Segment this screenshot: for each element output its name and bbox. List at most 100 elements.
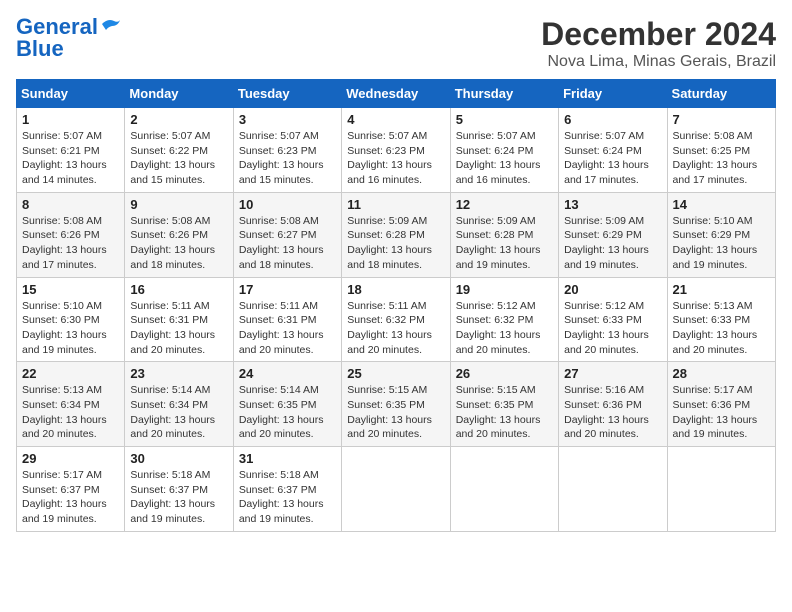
day-info: Sunrise: 5:11 AMSunset: 6:32 PMDaylight:…	[347, 300, 432, 356]
calendar-cell: 8 Sunrise: 5:08 AMSunset: 6:26 PMDayligh…	[17, 192, 125, 277]
day-info: Sunrise: 5:08 AMSunset: 6:26 PMDaylight:…	[130, 215, 215, 271]
day-number: 12	[456, 197, 553, 212]
day-number: 7	[673, 112, 770, 127]
calendar-cell	[559, 447, 667, 532]
logo-blue: Blue	[16, 38, 64, 60]
day-number: 13	[564, 197, 661, 212]
calendar-cell: 3 Sunrise: 5:07 AMSunset: 6:23 PMDayligh…	[233, 108, 341, 193]
day-number: 17	[239, 282, 336, 297]
day-number: 15	[22, 282, 119, 297]
weekday-header-thursday: Thursday	[450, 80, 558, 108]
day-number: 21	[673, 282, 770, 297]
month-title: December 2024	[541, 16, 776, 53]
calendar-cell: 11 Sunrise: 5:09 AMSunset: 6:28 PMDaylig…	[342, 192, 450, 277]
weekday-header-tuesday: Tuesday	[233, 80, 341, 108]
calendar-cell: 18 Sunrise: 5:11 AMSunset: 6:32 PMDaylig…	[342, 277, 450, 362]
day-number: 5	[456, 112, 553, 127]
logo: General Blue	[16, 16, 122, 60]
day-number: 4	[347, 112, 444, 127]
day-number: 16	[130, 282, 227, 297]
weekday-header-wednesday: Wednesday	[342, 80, 450, 108]
weekday-header-saturday: Saturday	[667, 80, 775, 108]
day-number: 31	[239, 451, 336, 466]
day-number: 26	[456, 366, 553, 381]
calendar-cell: 12 Sunrise: 5:09 AMSunset: 6:28 PMDaylig…	[450, 192, 558, 277]
day-number: 6	[564, 112, 661, 127]
day-info: Sunrise: 5:08 AMSunset: 6:25 PMDaylight:…	[673, 130, 758, 186]
day-info: Sunrise: 5:10 AMSunset: 6:30 PMDaylight:…	[22, 300, 107, 356]
calendar-cell: 10 Sunrise: 5:08 AMSunset: 6:27 PMDaylig…	[233, 192, 341, 277]
logo-text: General	[16, 16, 98, 38]
week-row-3: 15 Sunrise: 5:10 AMSunset: 6:30 PMDaylig…	[17, 277, 776, 362]
calendar-cell: 30 Sunrise: 5:18 AMSunset: 6:37 PMDaylig…	[125, 447, 233, 532]
day-info: Sunrise: 5:18 AMSunset: 6:37 PMDaylight:…	[130, 469, 215, 525]
day-info: Sunrise: 5:13 AMSunset: 6:34 PMDaylight:…	[22, 384, 107, 440]
calendar-cell: 31 Sunrise: 5:18 AMSunset: 6:37 PMDaylig…	[233, 447, 341, 532]
calendar-cell: 29 Sunrise: 5:17 AMSunset: 6:37 PMDaylig…	[17, 447, 125, 532]
calendar-cell: 14 Sunrise: 5:10 AMSunset: 6:29 PMDaylig…	[667, 192, 775, 277]
location-title: Nova Lima, Minas Gerais, Brazil	[541, 53, 776, 71]
logo-bird-icon	[100, 16, 122, 34]
day-number: 24	[239, 366, 336, 381]
calendar-cell: 19 Sunrise: 5:12 AMSunset: 6:32 PMDaylig…	[450, 277, 558, 362]
day-info: Sunrise: 5:12 AMSunset: 6:33 PMDaylight:…	[564, 300, 649, 356]
day-info: Sunrise: 5:15 AMSunset: 6:35 PMDaylight:…	[347, 384, 432, 440]
day-info: Sunrise: 5:13 AMSunset: 6:33 PMDaylight:…	[673, 300, 758, 356]
week-row-1: 1 Sunrise: 5:07 AMSunset: 6:21 PMDayligh…	[17, 108, 776, 193]
day-info: Sunrise: 5:12 AMSunset: 6:32 PMDaylight:…	[456, 300, 541, 356]
calendar-cell: 25 Sunrise: 5:15 AMSunset: 6:35 PMDaylig…	[342, 362, 450, 447]
day-info: Sunrise: 5:17 AMSunset: 6:36 PMDaylight:…	[673, 384, 758, 440]
day-number: 10	[239, 197, 336, 212]
day-number: 8	[22, 197, 119, 212]
day-number: 11	[347, 197, 444, 212]
day-info: Sunrise: 5:07 AMSunset: 6:23 PMDaylight:…	[239, 130, 324, 186]
page-header: General Blue December 2024 Nova Lima, Mi…	[16, 16, 776, 71]
calendar-cell: 5 Sunrise: 5:07 AMSunset: 6:24 PMDayligh…	[450, 108, 558, 193]
title-area: December 2024 Nova Lima, Minas Gerais, B…	[541, 16, 776, 71]
day-number: 20	[564, 282, 661, 297]
calendar-cell: 27 Sunrise: 5:16 AMSunset: 6:36 PMDaylig…	[559, 362, 667, 447]
calendar-cell: 9 Sunrise: 5:08 AMSunset: 6:26 PMDayligh…	[125, 192, 233, 277]
day-info: Sunrise: 5:08 AMSunset: 6:26 PMDaylight:…	[22, 215, 107, 271]
weekday-header-monday: Monday	[125, 80, 233, 108]
calendar-cell: 17 Sunrise: 5:11 AMSunset: 6:31 PMDaylig…	[233, 277, 341, 362]
weekday-header-row: SundayMondayTuesdayWednesdayThursdayFrid…	[17, 80, 776, 108]
calendar-cell	[342, 447, 450, 532]
day-number: 19	[456, 282, 553, 297]
day-info: Sunrise: 5:11 AMSunset: 6:31 PMDaylight:…	[239, 300, 324, 356]
day-number: 30	[130, 451, 227, 466]
day-info: Sunrise: 5:16 AMSunset: 6:36 PMDaylight:…	[564, 384, 649, 440]
day-info: Sunrise: 5:09 AMSunset: 6:29 PMDaylight:…	[564, 215, 649, 271]
day-number: 1	[22, 112, 119, 127]
day-info: Sunrise: 5:09 AMSunset: 6:28 PMDaylight:…	[456, 215, 541, 271]
calendar-cell: 1 Sunrise: 5:07 AMSunset: 6:21 PMDayligh…	[17, 108, 125, 193]
day-info: Sunrise: 5:14 AMSunset: 6:35 PMDaylight:…	[239, 384, 324, 440]
day-info: Sunrise: 5:08 AMSunset: 6:27 PMDaylight:…	[239, 215, 324, 271]
day-number: 28	[673, 366, 770, 381]
day-info: Sunrise: 5:17 AMSunset: 6:37 PMDaylight:…	[22, 469, 107, 525]
calendar-cell: 15 Sunrise: 5:10 AMSunset: 6:30 PMDaylig…	[17, 277, 125, 362]
calendar-cell: 13 Sunrise: 5:09 AMSunset: 6:29 PMDaylig…	[559, 192, 667, 277]
calendar-cell: 26 Sunrise: 5:15 AMSunset: 6:35 PMDaylig…	[450, 362, 558, 447]
calendar-cell: 16 Sunrise: 5:11 AMSunset: 6:31 PMDaylig…	[125, 277, 233, 362]
calendar-cell: 2 Sunrise: 5:07 AMSunset: 6:22 PMDayligh…	[125, 108, 233, 193]
day-number: 9	[130, 197, 227, 212]
day-number: 3	[239, 112, 336, 127]
calendar-cell: 22 Sunrise: 5:13 AMSunset: 6:34 PMDaylig…	[17, 362, 125, 447]
day-number: 25	[347, 366, 444, 381]
week-row-4: 22 Sunrise: 5:13 AMSunset: 6:34 PMDaylig…	[17, 362, 776, 447]
calendar-cell: 28 Sunrise: 5:17 AMSunset: 6:36 PMDaylig…	[667, 362, 775, 447]
day-number: 18	[347, 282, 444, 297]
day-info: Sunrise: 5:07 AMSunset: 6:22 PMDaylight:…	[130, 130, 215, 186]
weekday-header-friday: Friday	[559, 80, 667, 108]
day-info: Sunrise: 5:07 AMSunset: 6:24 PMDaylight:…	[564, 130, 649, 186]
day-info: Sunrise: 5:07 AMSunset: 6:21 PMDaylight:…	[22, 130, 107, 186]
day-number: 23	[130, 366, 227, 381]
calendar-cell: 20 Sunrise: 5:12 AMSunset: 6:33 PMDaylig…	[559, 277, 667, 362]
week-row-5: 29 Sunrise: 5:17 AMSunset: 6:37 PMDaylig…	[17, 447, 776, 532]
day-info: Sunrise: 5:14 AMSunset: 6:34 PMDaylight:…	[130, 384, 215, 440]
calendar-cell: 24 Sunrise: 5:14 AMSunset: 6:35 PMDaylig…	[233, 362, 341, 447]
day-number: 22	[22, 366, 119, 381]
day-info: Sunrise: 5:07 AMSunset: 6:23 PMDaylight:…	[347, 130, 432, 186]
calendar-cell: 4 Sunrise: 5:07 AMSunset: 6:23 PMDayligh…	[342, 108, 450, 193]
